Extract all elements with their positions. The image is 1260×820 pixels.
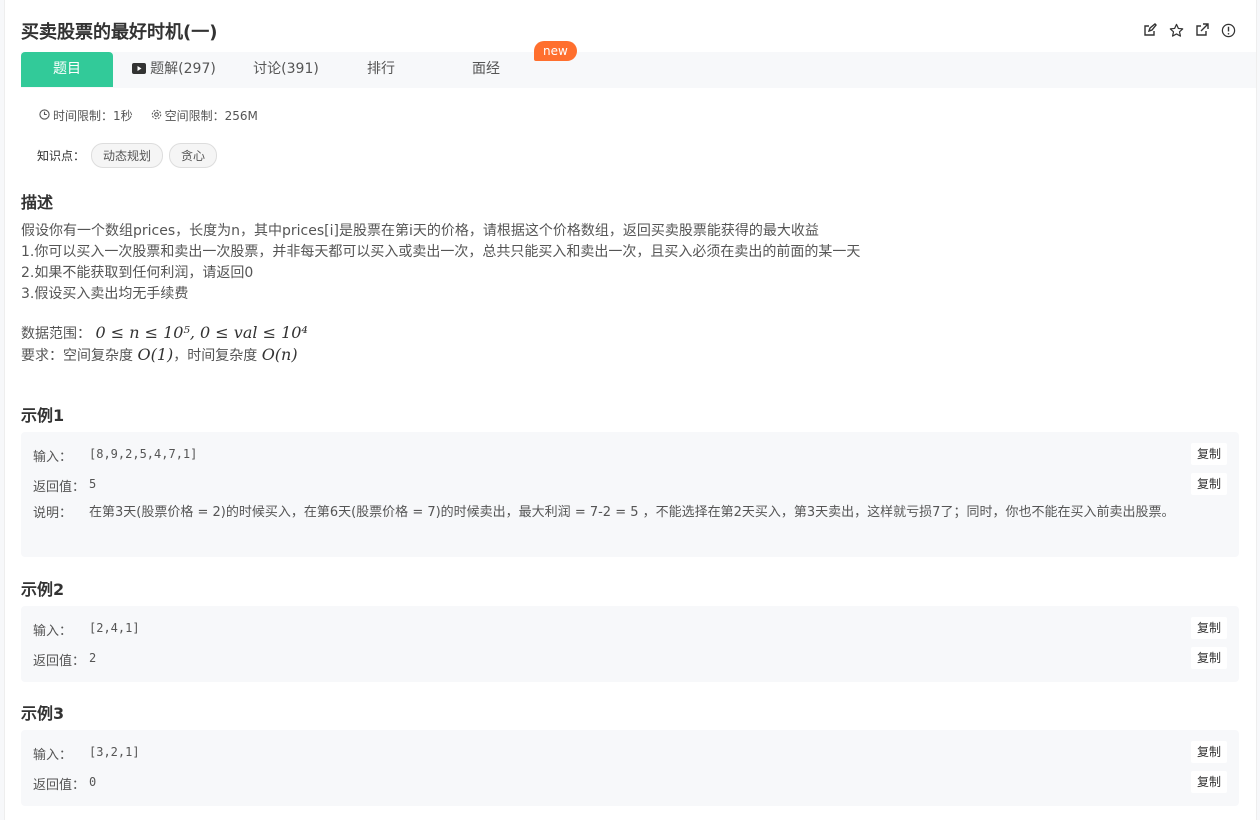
tag-greedy[interactable]: 贪心 [169, 143, 218, 168]
tab-bar: 题目 题解(297) 讨论(391) 排行 面经 new [21, 41, 1256, 88]
space-limit: 空间限制：256M [151, 107, 258, 124]
data-range-formula: 0 ≤ n ≤ 10⁵, 0 ≤ val ≤ 10⁴ [95, 323, 308, 342]
copy-button[interactable]: 复制 [1191, 443, 1227, 465]
gear-icon [151, 109, 162, 123]
page-title: 买卖股票的最好时机(一) [21, 22, 218, 43]
copy-button[interactable]: 复制 [1191, 647, 1227, 669]
data-range: 数据范围： 0 ≤ n ≤ 10⁵, 0 ≤ val ≤ 10⁴ [21, 323, 308, 343]
example-explanation: 在第3天(股票价格 = 2)的时候买入，在第6天(股票价格 = 7)的时候卖出，… [89, 505, 1175, 520]
description-text: 假设你有一个数组prices，长度为n，其中prices[i]是股票在第i天的价… [21, 221, 860, 305]
star-icon[interactable] [1168, 22, 1184, 38]
tab-problem[interactable]: 题目 [21, 52, 113, 87]
copy-button[interactable]: 复制 [1191, 617, 1227, 639]
requirement-mid: ，时间复杂度 [173, 348, 262, 364]
copy-button[interactable]: 复制 [1191, 473, 1227, 495]
example-output-row: 返回值： 0 [33, 774, 96, 793]
tab-discussions[interactable]: 讨论(391) [239, 52, 333, 87]
example-1: 输入： [8,9,2,5,4,7,1] 复制 返回值： 5 复制 说明： 在第3… [21, 432, 1239, 557]
input-label: 输入： [33, 450, 73, 465]
example-1-heading: 示例1 [21, 406, 65, 425]
example-input: [2,4,1] [89, 621, 140, 635]
tag-dynamic-programming[interactable]: 动态规划 [91, 143, 164, 168]
data-range-label: 数据范围： [21, 326, 91, 342]
return-label: 返回值： [33, 480, 86, 495]
tab-solutions[interactable]: 题解(297) [129, 52, 219, 87]
return-label: 返回值： [33, 778, 86, 793]
example-explanation-row: 说明： 在第3天(股票价格 = 2)的时候买入，在第6天(股票价格 = 7)的时… [33, 502, 1213, 523]
example-input-row: 输入： [8,9,2,5,4,7,1] [33, 446, 197, 465]
input-label: 输入： [33, 748, 73, 763]
return-label: 返回值： [33, 654, 86, 669]
tab-interview[interactable]: 面经 [461, 52, 511, 87]
knowledge-label: 知识点： [37, 149, 86, 163]
input-label: 输入： [33, 624, 73, 639]
description-line: 2.如果不能获取到任何利润，请返回0 [21, 265, 254, 281]
tab-solutions-label: 题解(297) [150, 61, 216, 77]
example-output: 2 [89, 651, 97, 665]
video-icon [132, 53, 147, 88]
external-link-icon[interactable] [1194, 22, 1210, 38]
description-line: 1.你可以买入一次股票和卖出一次股票，并非每天都可以买入或卖出一次，总共只能买入… [21, 244, 861, 260]
problem-panel: 买卖股票的最好时机(一) 题目 题解(297) 讨论(391) 排行 面经 ne… [4, 0, 1257, 820]
tab-ranking[interactable]: 排行 [356, 52, 406, 87]
explain-label: 说明： [33, 506, 73, 521]
limits: 时间限制：1秒 空间限制：256M [39, 107, 258, 124]
example-2: 输入： [2,4,1] 复制 返回值： 2 复制 [21, 606, 1239, 682]
description-line: 3.假设买入卖出均无手续费 [21, 286, 189, 302]
example-output: 0 [89, 775, 97, 789]
complexity-requirement: 要求：空间复杂度 O(1)，时间复杂度 O(n) [21, 345, 298, 365]
time-complexity: O(n) [261, 345, 298, 364]
time-limit-text: 时间限制：1秒 [53, 109, 133, 123]
example-output: 5 [89, 477, 97, 491]
clock-icon [39, 108, 50, 123]
example-input-row: 输入： [3,2,1] [33, 744, 140, 763]
info-icon[interactable] [1220, 22, 1236, 38]
example-output-row: 返回值： 2 [33, 650, 96, 669]
knowledge-points: 知识点： 动态规划 贪心 [37, 143, 218, 168]
example-input: [8,9,2,5,4,7,1] [89, 447, 198, 461]
example-3-heading: 示例3 [21, 704, 65, 723]
copy-button[interactable]: 复制 [1191, 771, 1227, 793]
edit-icon[interactable] [1142, 22, 1158, 38]
description-heading: 描述 [21, 193, 54, 212]
time-limit: 时间限制：1秒 [39, 107, 133, 124]
description-line: 假设你有一个数组prices，长度为n，其中prices[i]是股票在第i天的价… [21, 223, 819, 239]
example-3: 输入： [3,2,1] 复制 返回值： 0 复制 [21, 730, 1239, 806]
new-badge: new [534, 41, 577, 61]
requirement-label: 要求：空间复杂度 [21, 348, 138, 364]
space-limit-text: 空间限制：256M [164, 109, 258, 123]
space-complexity: O(1) [137, 345, 174, 364]
toolbar [1142, 22, 1236, 38]
example-input-row: 输入： [2,4,1] [33, 620, 140, 639]
example-2-heading: 示例2 [21, 580, 65, 599]
example-input: [3,2,1] [89, 745, 140, 759]
copy-button[interactable]: 复制 [1191, 741, 1227, 763]
example-output-row: 返回值： 5 [33, 476, 96, 495]
